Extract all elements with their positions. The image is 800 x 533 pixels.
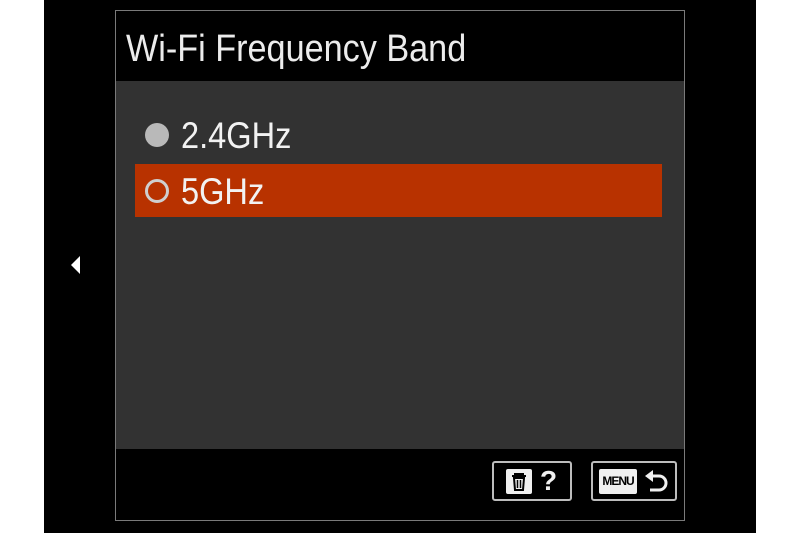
radio-selected-icon	[145, 179, 169, 203]
option-label: 2.4GHz	[181, 115, 292, 156]
return-arrow-icon	[643, 468, 671, 496]
delete-help-button[interactable]: ?	[492, 461, 572, 501]
menu-icon: MENU	[599, 469, 637, 494]
menu-back-button[interactable]: MENU	[591, 461, 677, 501]
option-2-4ghz[interactable]: 2.4GHz	[135, 108, 662, 161]
page-left-arrow-icon[interactable]	[71, 256, 80, 274]
option-5ghz[interactable]: 5GHz	[135, 164, 662, 217]
trash-icon	[506, 469, 532, 494]
page-title: Wi-Fi Frequency Band	[126, 28, 467, 70]
option-label: 5GHz	[181, 171, 265, 212]
settings-panel: Wi-Fi Frequency Band 2.4GHz 5GHz ? MENU	[115, 10, 685, 521]
footer-bar: ? MENU	[116, 449, 684, 520]
options-list: 2.4GHz 5GHz	[116, 81, 684, 449]
help-icon: ?	[540, 465, 558, 496]
radio-unselected-icon	[145, 123, 169, 147]
title-bar: Wi-Fi Frequency Band	[116, 11, 684, 81]
